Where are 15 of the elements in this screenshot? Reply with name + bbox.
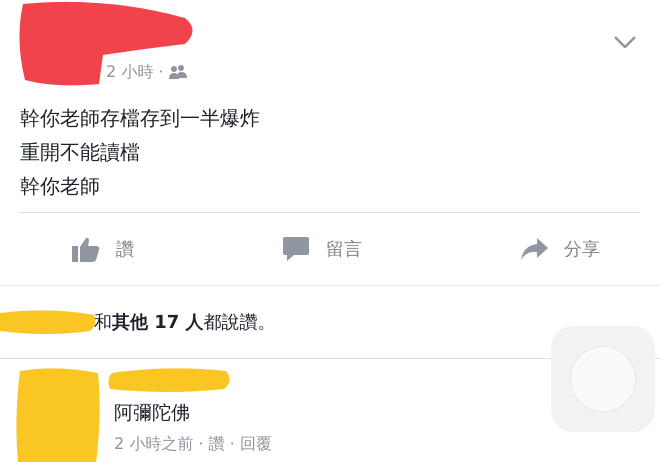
comment-text: 阿彌陀佛 — [114, 401, 191, 426]
post-time: 2 小時 · — [106, 61, 164, 83]
friends-icon — [169, 65, 188, 79]
share-arrow-icon — [520, 238, 548, 260]
chevron-down-icon[interactable] — [614, 36, 636, 48]
action-button[interactable]: 留言 — [282, 236, 362, 262]
post-text-line: 幹你老師存檔存到一半爆炸 — [20, 105, 260, 132]
action-button[interactable]: 讚 — [72, 236, 134, 262]
action-button[interactable]: 分享 — [520, 236, 600, 262]
post-text-line: 重開不能讀檔 — [20, 139, 141, 166]
comment-meta: 2 小時之前 · 讚 · 回覆 — [114, 432, 272, 454]
speech-bubble-icon — [282, 236, 310, 262]
likes-summary: 和其他 17 人都說讚。 — [94, 310, 276, 334]
thumbs-up-icon — [72, 236, 100, 262]
post-text-line: 幹你老師 — [20, 173, 101, 200]
